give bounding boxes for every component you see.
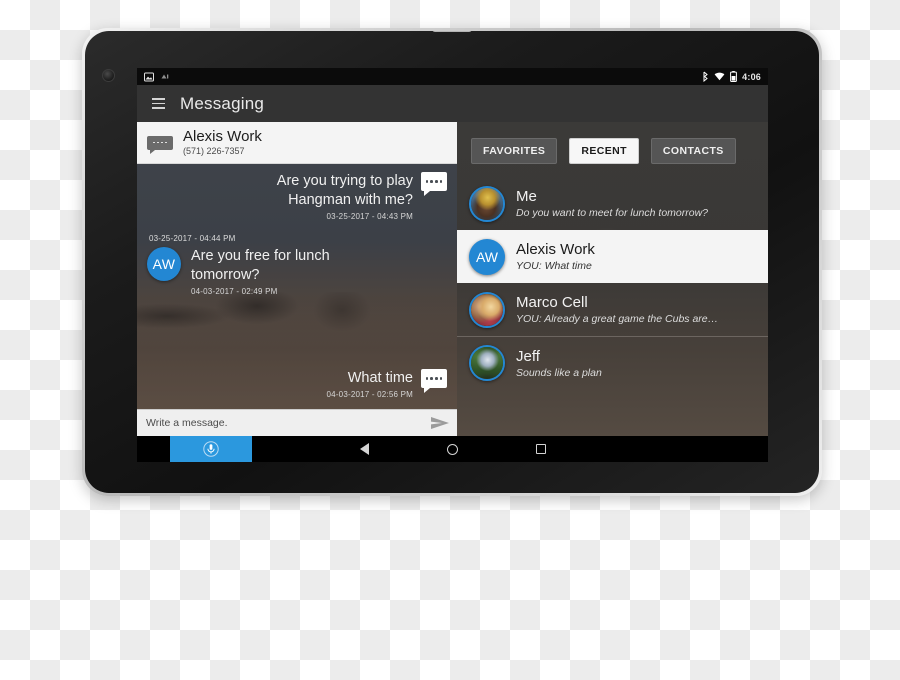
- status-bar-time: 4:06: [742, 71, 761, 82]
- front-camera-icon: [102, 69, 115, 82]
- tablet-screen: 4:06 Messaging Alexis Work (571) 226-735…: [137, 68, 768, 462]
- message-input[interactable]: [146, 417, 430, 429]
- thread-spacer: [147, 299, 447, 369]
- main-content: Alexis Work (571) 226-7357 Are you tryin…: [137, 122, 768, 436]
- tab-contacts[interactable]: CONTACTS: [650, 138, 736, 164]
- avatar: [469, 291, 505, 328]
- microphone-button[interactable]: [170, 436, 252, 462]
- screenshot-icon: [144, 72, 154, 81]
- list-item[interactable]: Jeff Sounds like a plan: [457, 336, 768, 389]
- contact-name: Me: [516, 188, 537, 205]
- message-composer: [137, 409, 457, 436]
- speaker-notch: [432, 31, 472, 32]
- message-bubble-icon: [421, 172, 447, 196]
- contact-name: Marco Cell: [516, 294, 588, 311]
- tab-recent[interactable]: RECENT: [569, 138, 639, 164]
- contacts-tab-bar: FAVORITES RECENT CONTACTS: [457, 122, 768, 177]
- message-row-incoming: AW Are you free for lunch tomorrow? 04-0…: [147, 247, 447, 296]
- battery-icon: [730, 71, 738, 82]
- message-bubble-icon: [147, 135, 173, 154]
- app-bar: Messaging: [137, 85, 768, 122]
- status-bar: 4:06: [137, 68, 768, 85]
- list-item[interactable]: Marco Cell YOU: Already a great game the…: [457, 283, 768, 336]
- bluetooth-icon: [703, 71, 708, 82]
- thread-date-separator: 03-25-2017 - 04:44 PM: [149, 234, 236, 243]
- back-triangle-icon[interactable]: [359, 443, 369, 455]
- android-navigation-bar: [137, 436, 768, 462]
- send-arrow-icon[interactable]: [430, 416, 450, 430]
- wifi-icon: [714, 72, 725, 81]
- message-bubble-icon: [421, 369, 447, 393]
- message-timestamp: 04-03-2017 - 02:49 PM: [191, 287, 278, 296]
- avatar: AW: [469, 238, 505, 275]
- contact-preview: YOU: Already a great game the Cubs are…: [516, 313, 719, 325]
- contact-preview: YOU: What time: [516, 260, 592, 272]
- tab-favorites[interactable]: FAVORITES: [471, 138, 558, 164]
- contact-preview: Sounds like a plan: [516, 366, 602, 379]
- conversation-header[interactable]: Alexis Work (571) 226-7357: [137, 122, 457, 164]
- list-item[interactable]: Me Do you want to meet for lunch tomorro…: [457, 177, 768, 230]
- tablet-body: 4:06 Messaging Alexis Work (571) 226-735…: [85, 31, 819, 493]
- conversation-contact-number: (571) 226-7357: [183, 146, 245, 156]
- avatar: [469, 345, 505, 381]
- android-beam-icon: [161, 74, 169, 79]
- message-text: What time: [347, 370, 413, 386]
- contact-name: Alexis Work: [516, 241, 595, 258]
- conversation-contact-name: Alexis Work: [183, 128, 262, 145]
- home-circle-icon[interactable]: [446, 443, 458, 455]
- tablet-device: 4:06 Messaging Alexis Work (571) 226-735…: [82, 28, 822, 496]
- contact-list[interactable]: Me Do you want to meet for lunch tomorro…: [457, 177, 768, 436]
- recents-square-icon[interactable]: [535, 444, 546, 454]
- avatar: [469, 185, 505, 222]
- message-row-outgoing: What time 04-03-2017 - 02:56 PM: [147, 369, 447, 399]
- app-title: Messaging: [180, 93, 265, 113]
- avatar: AW: [147, 247, 181, 281]
- contact-name: Jeff: [516, 347, 540, 365]
- message-text: Are you free for lunch tomorrow?: [191, 248, 330, 283]
- status-bar-left-icons: [144, 72, 170, 82]
- microphone-icon: [203, 441, 219, 457]
- message-text: Are you trying to play Hangman with me?: [276, 173, 413, 208]
- list-item[interactable]: AW Alexis Work YOU: What time: [457, 230, 768, 283]
- status-bar-right-icons: 4:06: [702, 71, 761, 82]
- conversation-panel: Alexis Work (571) 226-7357 Are you tryin…: [137, 122, 457, 436]
- message-timestamp: 04-03-2017 - 02:56 PM: [326, 390, 413, 399]
- message-row-outgoing: Are you trying to play Hangman with me? …: [147, 172, 447, 221]
- message-thread[interactable]: Are you trying to play Hangman with me? …: [137, 164, 457, 409]
- message-timestamp: 03-25-2017 - 04:43 PM: [326, 212, 413, 221]
- hamburger-menu-icon[interactable]: [152, 98, 165, 109]
- contact-preview: Do you want to meet for lunch tomorrow?: [516, 207, 709, 219]
- contacts-panel: FAVORITES RECENT CONTACTS Me Do you want…: [457, 122, 768, 436]
